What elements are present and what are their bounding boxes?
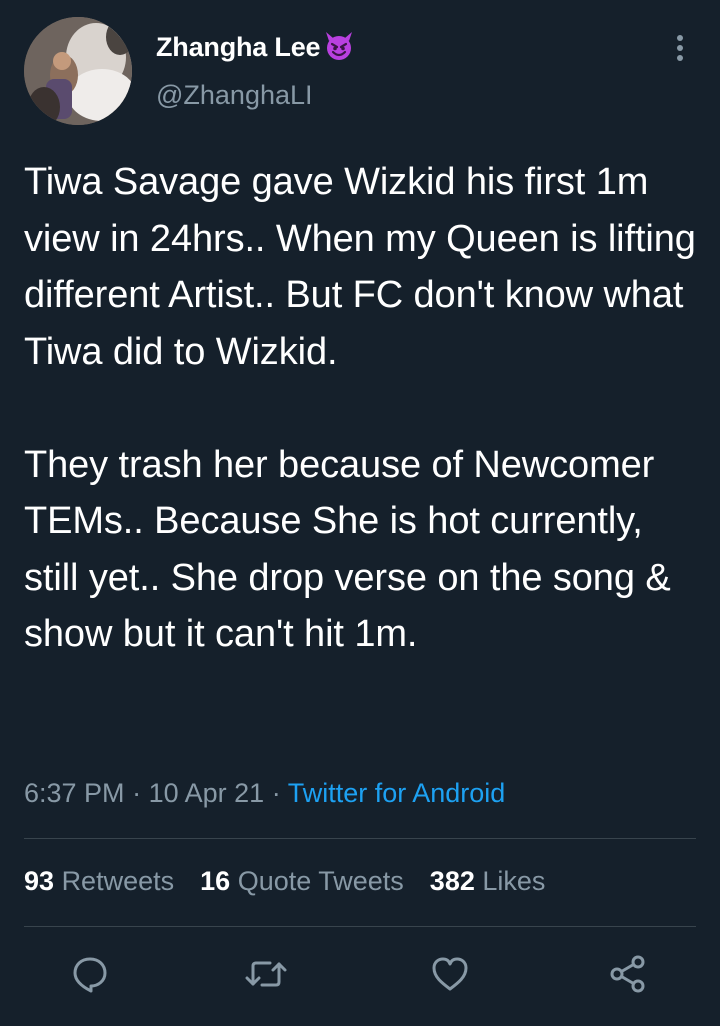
quote-tweets-label: Quote Tweets (237, 866, 404, 896)
tweet-date: 10 Apr 21 (148, 778, 265, 808)
avatar[interactable] (24, 17, 132, 125)
reply-button[interactable] (68, 954, 112, 998)
retweet-button[interactable] (244, 954, 288, 998)
tweet-stats: 93 Retweets 16 Quote Tweets 382 Likes (24, 866, 545, 897)
meta-separator: · (271, 778, 281, 808)
retweets-count: 93 (24, 866, 55, 896)
user-handle[interactable]: @ZhanghaLI (156, 80, 313, 111)
retweets-stat[interactable]: 93 Retweets (24, 866, 174, 897)
likes-stat[interactable]: 382 Likes (430, 866, 546, 897)
tweet-meta: 6:37 PM · 10 Apr 21 · Twitter for Androi… (24, 778, 505, 809)
retweet-icon (244, 954, 288, 999)
reply-icon (70, 954, 110, 999)
tweet-time: 6:37 PM (24, 778, 125, 808)
divider (24, 838, 696, 839)
devil-emoji-icon (322, 28, 356, 67)
likes-count: 382 (429, 866, 475, 896)
avatar-photo (24, 17, 132, 125)
quote-tweets-stat[interactable]: 16 Quote Tweets (200, 866, 404, 897)
share-icon (608, 954, 648, 999)
share-button[interactable] (606, 954, 650, 998)
heart-icon (430, 954, 470, 999)
author-name-row[interactable]: Zhangha Lee (156, 30, 356, 64)
divider (24, 926, 696, 927)
quote-tweets-count: 16 (200, 866, 231, 896)
tweet-detail: Zhangha Lee @ZhanghaLI Tiwa Savage gave … (0, 0, 720, 1026)
retweets-label: Retweets (61, 866, 175, 896)
likes-label: Likes (482, 866, 546, 896)
tweet-source-link[interactable]: Twitter for Android (288, 778, 506, 808)
more-vertical-icon[interactable] (664, 30, 696, 66)
tweet-text: Tiwa Savage gave Wizkid his first 1m vie… (24, 161, 696, 655)
like-button[interactable] (428, 954, 472, 998)
display-name[interactable]: Zhangha Lee (156, 32, 321, 63)
meta-separator: · (132, 778, 142, 808)
